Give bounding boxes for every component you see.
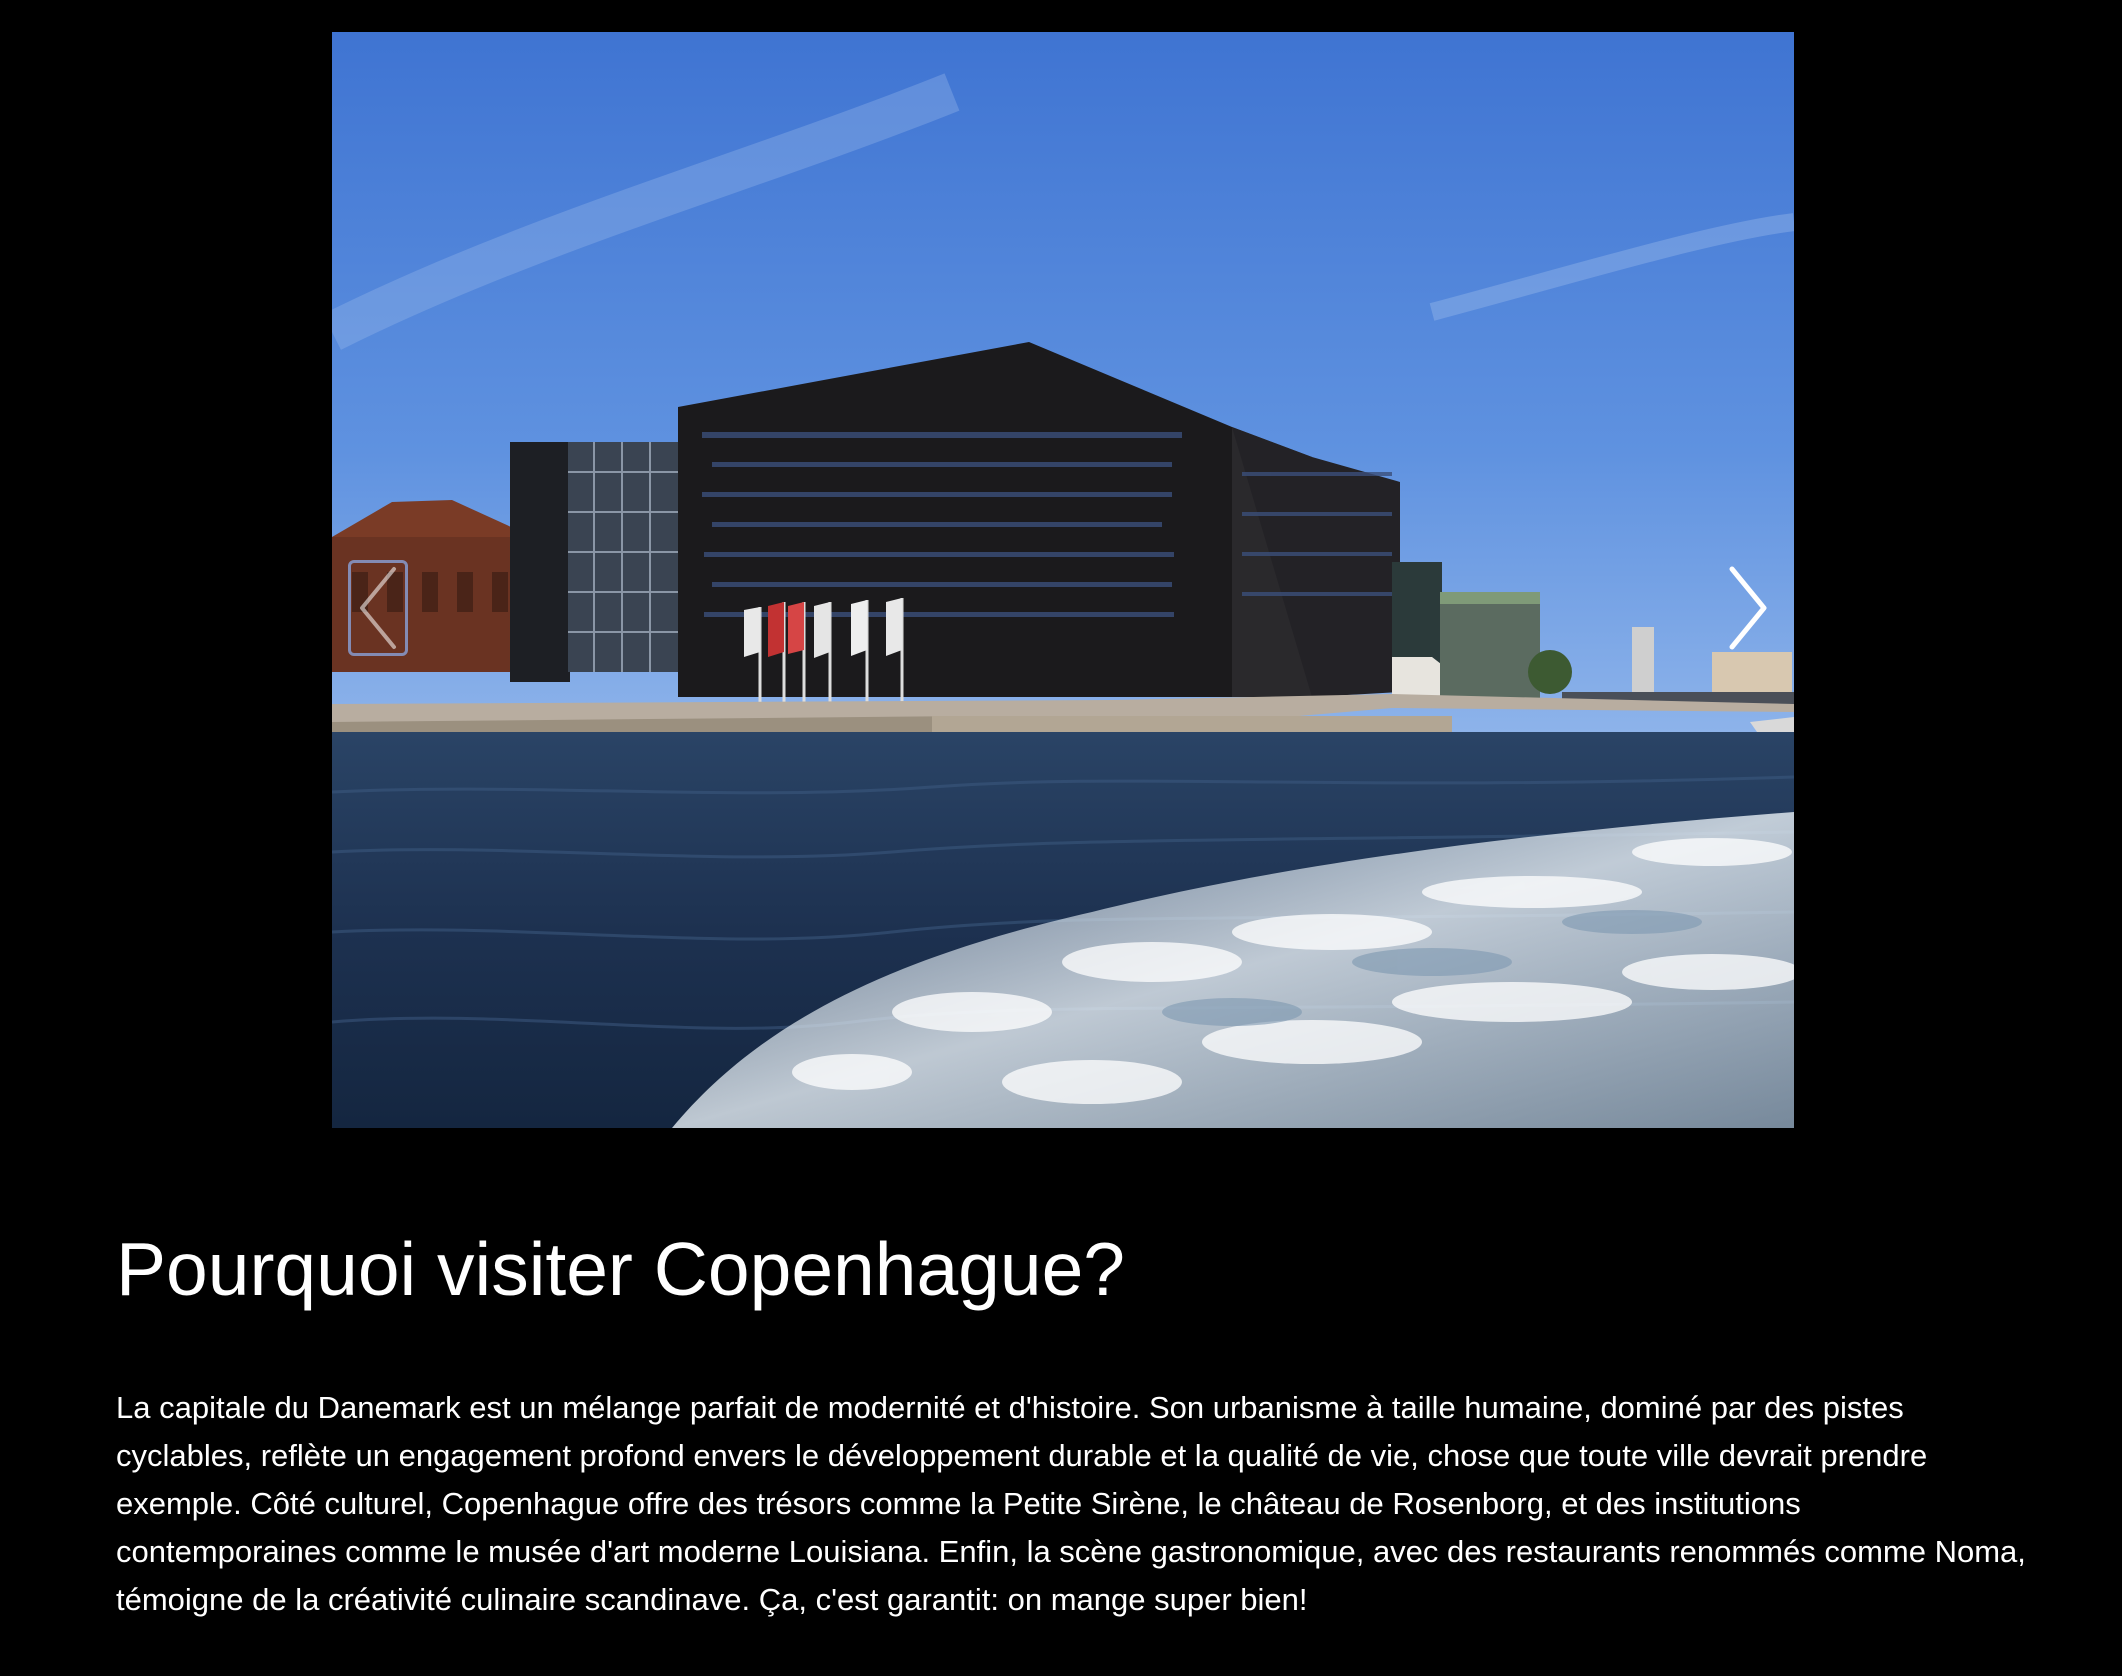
article-title: Pourquoi visiter Copenhague?	[116, 1227, 1126, 1311]
chevron-right-icon	[1729, 566, 1767, 650]
carousel-prev-button[interactable]	[348, 560, 408, 656]
chevron-left-icon	[360, 567, 396, 649]
article-body: La capitale du Danemark est un mélange p…	[116, 1390, 2026, 1617]
carousel-photo	[332, 32, 1794, 1128]
image-carousel	[332, 32, 1794, 1128]
carousel-next-button[interactable]	[1718, 560, 1778, 656]
